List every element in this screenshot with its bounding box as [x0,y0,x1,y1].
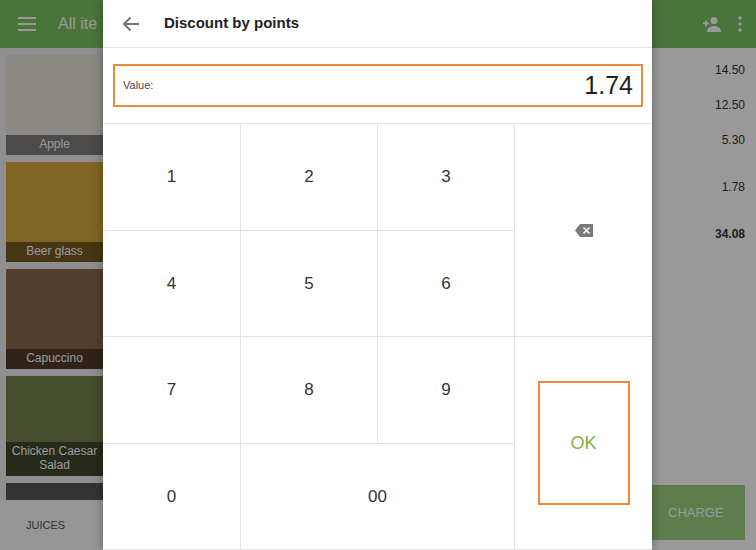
digit-key[interactable]: 9 [378,337,515,444]
digit-label: 2 [304,164,313,190]
digit-label: 7 [167,377,176,403]
discount-dialog: Discount by points Value: 1.74 1 2 3 4 5 6 7 8 9 OK 0… [103,0,652,550]
digit-key[interactable]: 2 [241,124,378,231]
digit-key[interactable]: 3 [378,124,515,231]
value-field[interactable]: Value: 1.74 [113,64,643,107]
dialog-title: Discount by points [164,12,299,35]
ok-label: OK [538,381,630,505]
value-display: 1.74 [584,67,633,105]
digit-label: 9 [441,377,450,403]
digit-key[interactable]: 5 [241,231,378,338]
digit-label: 1 [167,164,176,190]
value-label: Value: [123,77,153,94]
digit-key[interactable]: 00 [241,444,515,550]
digit-label: 0 [167,484,176,510]
digit-label: 8 [304,377,313,403]
value-field-area: Value: 1.74 [103,48,652,123]
digit-label: 6 [441,271,450,297]
digit-key[interactable]: 6 [378,231,515,338]
digit-key[interactable]: 1 [103,124,241,231]
digit-label: 3 [441,164,450,190]
digit-label: 00 [368,484,387,510]
ok-key[interactable]: OK [515,337,652,550]
back-arrow-icon[interactable] [122,16,140,32]
digit-label: 5 [304,271,313,297]
backspace-key[interactable] [515,124,652,337]
backspace-icon [575,224,593,237]
digit-key[interactable]: 8 [241,337,378,444]
digit-key[interactable]: 0 [103,444,241,550]
digit-key[interactable]: 4 [103,231,241,338]
digit-key[interactable]: 7 [103,337,241,444]
digit-label: 4 [167,271,176,297]
dialog-header: Discount by points [103,0,652,48]
keypad: 123456789OK000 [103,123,652,550]
